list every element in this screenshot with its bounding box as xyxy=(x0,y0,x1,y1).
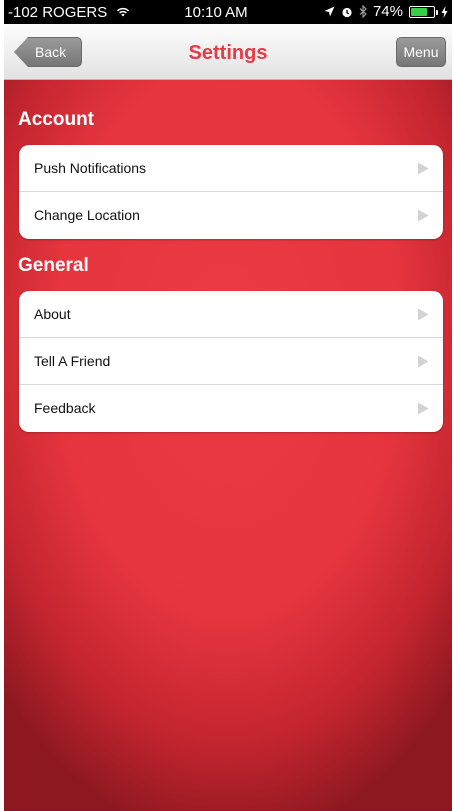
menu-button[interactable]: Menu xyxy=(396,37,446,67)
general-group: About Tell A Friend Feedback xyxy=(19,291,443,432)
disclosure-arrow-icon xyxy=(418,209,429,222)
battery-icon xyxy=(409,5,438,18)
disclosure-arrow-icon xyxy=(418,402,429,415)
row-feedback[interactable]: Feedback xyxy=(19,385,443,432)
bluetooth-icon xyxy=(359,5,367,18)
charging-icon xyxy=(441,5,448,18)
alarm-icon xyxy=(342,7,352,17)
settings-screen: -102 ROGERS 10:10 AM 74% Back Settings M… xyxy=(4,0,452,811)
status-time: 10:10 AM xyxy=(184,4,248,21)
disclosure-arrow-icon xyxy=(418,308,429,321)
section-heading-account: Account xyxy=(18,109,94,130)
account-group: Push Notifications Change Location xyxy=(19,145,443,239)
row-tell-a-friend[interactable]: Tell A Friend xyxy=(19,338,443,385)
section-heading-general: General xyxy=(18,255,89,276)
status-bar: -102 ROGERS 10:10 AM 74% xyxy=(4,0,452,24)
disclosure-arrow-icon xyxy=(418,355,429,368)
row-change-location[interactable]: Change Location xyxy=(19,192,443,239)
row-push-notifications[interactable]: Push Notifications xyxy=(19,145,443,192)
row-label: Change Location xyxy=(34,207,140,223)
location-icon xyxy=(324,6,335,17)
row-about[interactable]: About xyxy=(19,291,443,338)
row-label: Tell A Friend xyxy=(34,353,111,369)
status-right-group: 74% xyxy=(324,3,448,20)
battery-percent: 74% xyxy=(372,3,403,20)
battery-level-fill xyxy=(411,7,428,16)
row-label: About xyxy=(34,306,71,322)
disclosure-arrow-icon xyxy=(418,162,429,175)
row-label: Feedback xyxy=(34,400,96,416)
navigation-bar: Back Settings Menu xyxy=(4,24,452,80)
row-label: Push Notifications xyxy=(34,160,147,176)
page-title: Settings xyxy=(188,42,268,64)
